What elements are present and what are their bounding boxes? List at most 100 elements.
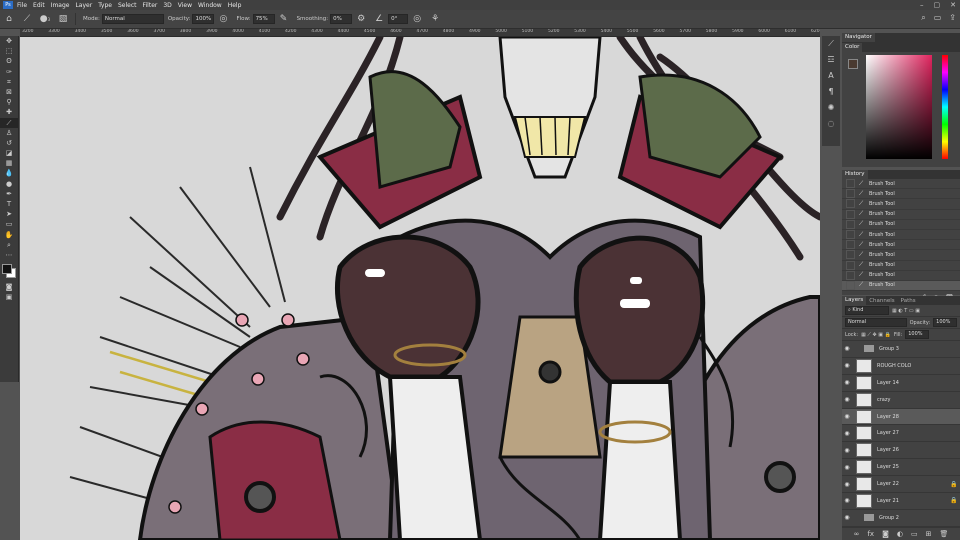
eraser-tool-icon[interactable]: ◪ xyxy=(0,148,18,158)
snapshot-checkbox[interactable] xyxy=(846,219,855,229)
new-layer-icon[interactable]: ⊞ xyxy=(926,530,932,538)
history-item[interactable]: ⟋ Brush Tool xyxy=(842,199,960,210)
tab-history[interactable]: History xyxy=(842,170,868,179)
brush-settings-panel-icon[interactable]: ⟋ xyxy=(822,36,840,52)
history-item[interactable]: ⟋ Brush Tool xyxy=(842,189,960,200)
menu-image[interactable]: Image xyxy=(51,2,70,9)
history-item[interactable]: ⟋ Brush Tool xyxy=(842,280,960,292)
layer-row[interactable]: ◉ Group 2 xyxy=(842,510,960,527)
menu-view[interactable]: View xyxy=(178,2,192,9)
layer-row[interactable]: ◉ Group 3 xyxy=(842,341,960,358)
history-item[interactable]: ⟋ Brush Tool xyxy=(842,179,960,190)
properties-panel-icon[interactable]: ✺ xyxy=(822,100,840,116)
visibility-eye-icon[interactable]: ◉ xyxy=(842,514,852,521)
kind-filter-select[interactable]: ⌕ Kind xyxy=(845,306,889,315)
tab-channels[interactable]: Channels xyxy=(866,298,897,304)
layer-row[interactable]: ◉ Layer 28 xyxy=(842,408,960,426)
opacity-field[interactable]: 100% xyxy=(192,14,215,24)
shape-tool-icon[interactable]: ▭ xyxy=(0,219,18,229)
visibility-eye-icon[interactable]: ◉ xyxy=(842,447,852,454)
angle-field[interactable]: 0° xyxy=(388,14,409,24)
menu-layer[interactable]: Layer xyxy=(75,2,92,9)
type-tool-icon[interactable]: T xyxy=(0,199,18,209)
visibility-eye-icon[interactable]: ◉ xyxy=(842,430,852,437)
pressure-opacity-icon[interactable]: ◎ xyxy=(217,13,229,25)
lock-icons[interactable]: ▦ ⟋ ✥ ▣ 🔒 xyxy=(861,332,891,338)
link-icon[interactable]: ∞ xyxy=(854,530,860,538)
current-color-swatch[interactable] xyxy=(848,59,858,69)
snapshot-checkbox[interactable] xyxy=(846,199,855,209)
blur-tool-icon[interactable]: 💧 xyxy=(0,168,18,178)
workspace-icon[interactable]: ▭ xyxy=(934,13,942,23)
tab-paths[interactable]: Paths xyxy=(898,298,919,304)
history-item[interactable]: ⟋ Brush Tool xyxy=(842,250,960,261)
visibility-eye-icon[interactable]: ◉ xyxy=(842,396,852,403)
snapshot-checkbox[interactable] xyxy=(846,189,855,199)
hand-tool-icon[interactable]: ✋ xyxy=(0,230,18,240)
pen-tool-icon[interactable]: ✒ xyxy=(0,189,18,199)
layer-row[interactable]: ◉ Layer 21 🔒 xyxy=(842,493,960,510)
snapshot-checkbox[interactable] xyxy=(846,179,855,189)
marquee-tool-icon[interactable]: ⬚ xyxy=(0,46,18,56)
layer-row[interactable]: ◉ Layer 25 xyxy=(842,459,960,477)
menu-type[interactable]: Type xyxy=(98,2,112,9)
visibility-eye-icon[interactable]: ◉ xyxy=(842,379,852,386)
screen-mode-icon[interactable]: ▣ xyxy=(0,292,18,302)
history-brush-tool-icon[interactable]: ↺ xyxy=(0,138,18,148)
menu-3d[interactable]: 3D xyxy=(163,2,171,9)
visibility-eye-icon[interactable]: ◉ xyxy=(842,464,852,471)
history-item[interactable]: ⟋ Brush Tool xyxy=(842,270,960,281)
pressure-size-icon[interactable]: ◎ xyxy=(411,13,423,25)
trash-icon[interactable]: 🗑 xyxy=(939,530,948,538)
menu-select[interactable]: Select xyxy=(118,2,137,9)
layer-row[interactable]: ◉ Layer 27 xyxy=(842,425,960,443)
smoothing-gear-icon[interactable]: ⚙ xyxy=(355,13,367,25)
path-select-tool-icon[interactable]: ➤ xyxy=(0,209,18,219)
dodge-tool-icon[interactable]: ● xyxy=(0,179,18,189)
history-item[interactable]: ⟋ Brush Tool xyxy=(842,230,960,241)
healing-tool-icon[interactable]: ✚ xyxy=(0,107,18,117)
home-icon[interactable]: ⌂ xyxy=(3,13,15,25)
minimize-button[interactable]: – xyxy=(920,0,924,10)
menu-help[interactable]: Help xyxy=(228,2,242,9)
history-item[interactable]: ⟋ Brush Tool xyxy=(842,260,960,271)
lasso-tool-icon[interactable]: ʘ xyxy=(0,56,18,66)
brush-size-picker[interactable]: ●3 xyxy=(39,13,51,25)
mode-select[interactable]: Normal xyxy=(101,14,164,24)
folder-icon[interactable]: ▭ xyxy=(911,530,918,538)
frame-tool-icon[interactable]: ⊠ xyxy=(0,87,18,97)
clone-stamp-tool-icon[interactable]: ♙ xyxy=(0,128,18,138)
adjustments-panel-icon[interactable]: ☲ xyxy=(822,52,840,68)
visibility-eye-icon[interactable]: ◉ xyxy=(842,413,852,420)
snapshot-checkbox[interactable] xyxy=(846,270,855,280)
saturation-value-field[interactable] xyxy=(866,55,932,159)
history-item[interactable]: ⟋ Brush Tool xyxy=(842,240,960,251)
foreground-color-swatch[interactable] xyxy=(2,264,12,275)
blend-mode-select[interactable]: Normal xyxy=(845,318,907,327)
quick-select-tool-icon[interactable]: ✑ xyxy=(0,67,18,77)
maximize-button[interactable]: ▢ xyxy=(934,0,941,10)
visibility-eye-icon[interactable]: ◉ xyxy=(842,497,852,504)
move-tool-icon[interactable]: ✥ xyxy=(0,36,18,46)
layer-row[interactable]: ◉ Layer 22 🔒 xyxy=(842,476,960,494)
fx-icon[interactable]: fx xyxy=(867,530,874,538)
visibility-eye-icon[interactable]: ◉ xyxy=(842,345,852,352)
adjustment-icon[interactable]: ◐ xyxy=(897,530,903,538)
snapshot-checkbox[interactable] xyxy=(846,260,855,270)
brush-settings-icon[interactable]: ▧ xyxy=(57,13,69,25)
history-item[interactable]: ⟋ Brush Tool xyxy=(842,209,960,220)
eyedropper-tool-icon[interactable]: ⚲ xyxy=(0,97,18,107)
mask-icon[interactable]: ◙ xyxy=(882,530,889,538)
layer-row[interactable]: ◉ crazy xyxy=(842,392,960,409)
menu-filter[interactable]: Filter xyxy=(143,2,158,9)
document-canvas[interactable] xyxy=(20,37,820,540)
layer-row[interactable]: ◉ Layer 14 xyxy=(842,375,960,392)
visibility-eye-icon[interactable]: ◉ xyxy=(842,362,852,369)
layer-row[interactable]: ◉ ROUGH COLO xyxy=(842,358,960,375)
snapshot-checkbox[interactable] xyxy=(846,209,855,219)
symmetry-icon[interactable]: ⚘ xyxy=(429,13,441,25)
tab-navigator[interactable]: Navigator xyxy=(842,33,875,42)
layer-row[interactable]: ◉ Layer 26 xyxy=(842,442,960,460)
smoothing-field[interactable]: 0% xyxy=(330,14,353,24)
rotate-panel-icon[interactable]: ◌ xyxy=(822,116,840,132)
